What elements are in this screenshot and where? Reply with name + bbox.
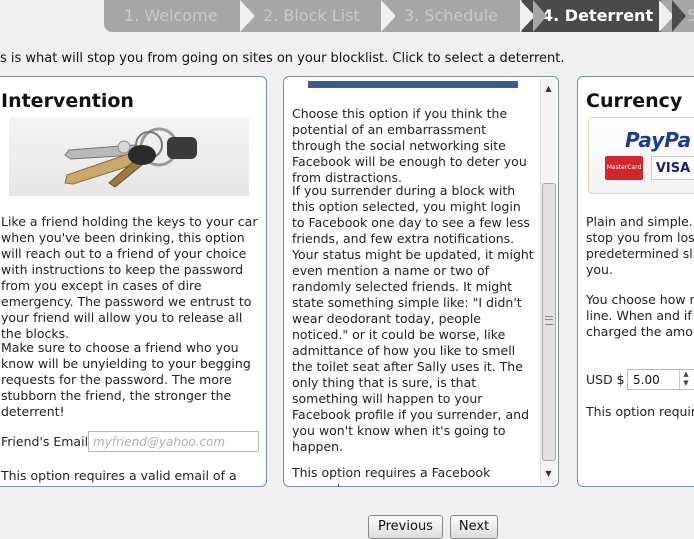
facebook-banner [308,81,518,88]
friend-email-input[interactable] [88,431,259,452]
intervention-requirement: This option requires a valid email of a … [1,468,237,486]
next-button[interactable]: Next [450,515,498,539]
scroll-down-arrow-icon[interactable]: ▼ [541,466,556,482]
scrollbar-thumb[interactable] [542,183,556,461]
currency-details: You choose how m line. When and if y cha… [586,292,694,339]
previous-button[interactable]: Previous [368,515,443,539]
usd-stepper[interactable]: ▲ ▼ [679,370,692,389]
scroll-up-arrow-icon[interactable]: ▲ [541,81,556,97]
paypal-wordmark: PayPa [625,128,692,152]
facebook-description: Choose this option if you think the pote… [292,106,527,185]
currency-description: Plain and simple. It stop you from losin… [586,214,694,277]
facebook-scrollbar[interactable]: ▲ ▼ [540,79,556,484]
facebook-panel[interactable]: Choose this option if you think the pote… [283,76,559,487]
stepper-down-icon[interactable]: ▼ [680,379,692,388]
paypal-logo: PayPa MasterCard VISA [588,117,694,194]
currency-title: Currency [586,90,683,112]
intervention-panel[interactable]: Intervention Like a friend holding the k… [0,76,267,487]
intervention-title: Intervention [1,90,134,112]
friend-email-label: Friend's Email: [1,434,93,449]
wizard-steps: 1. Welcome 2. Block List 3. Schedule 4. … [104,0,694,38]
intervention-description: Like a friend holding the keys to your c… [1,214,258,341]
facebook-consequences: If you surrender during a block with thi… [292,183,534,454]
currency-panel[interactable]: Currency PayPa MasterCard VISA Plain and… [577,76,694,487]
intervention-advice: Make sure to choose a friend who you kno… [1,340,251,419]
currency-requirement: This option requires [586,404,694,419]
step-welcome[interactable]: 1. Welcome [104,0,268,32]
stepper-up-icon[interactable]: ▲ [680,370,692,379]
scrollbar-grip-icon [545,316,553,325]
usd-label: USD $ [586,372,625,387]
mastercard-icon: MasterCard [605,156,643,180]
visa-icon: VISA [651,156,694,180]
keys-image [9,117,249,196]
facebook-requirement: This option requires a Facebook account. [292,465,491,486]
intro-text: s is what will stop you from going on si… [0,51,565,66]
